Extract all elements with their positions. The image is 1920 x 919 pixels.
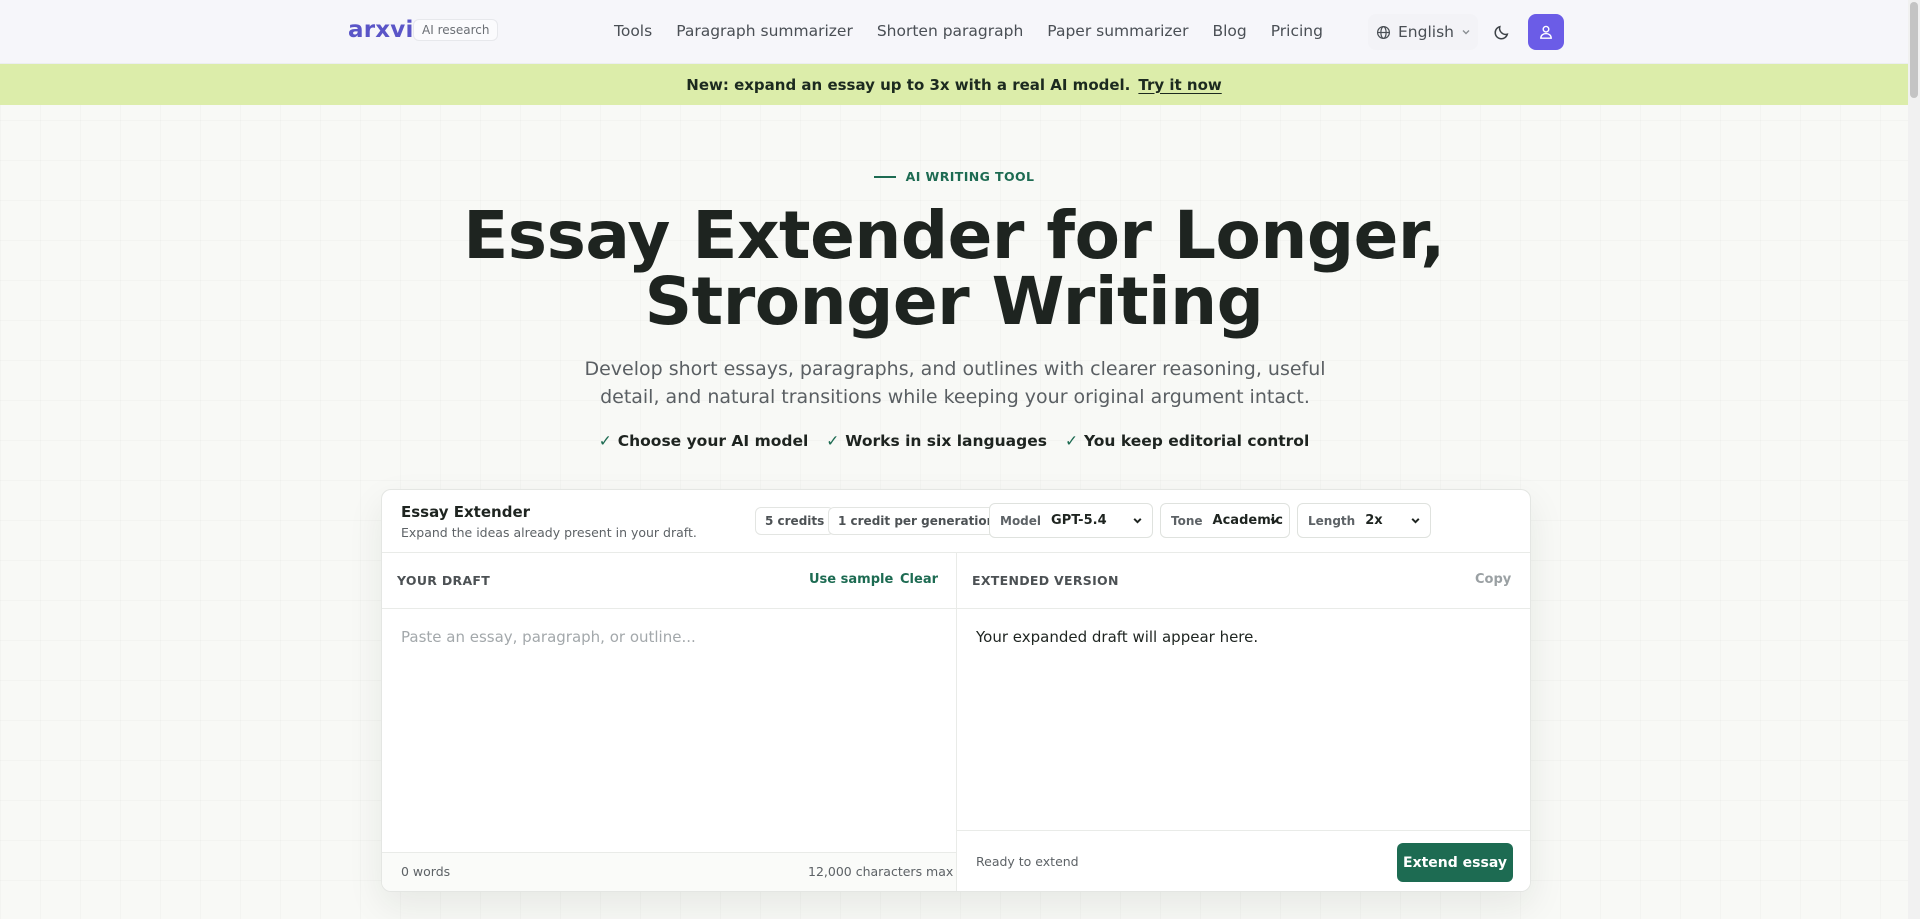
copy-button[interactable]: Copy bbox=[1475, 572, 1511, 587]
output-label: EXTENDED VERSION bbox=[972, 573, 1119, 588]
draft-label: YOUR DRAFT bbox=[397, 573, 491, 588]
model-select-label: Model bbox=[1000, 513, 1042, 528]
output-text: Your expanded draft will appear here. bbox=[976, 628, 1259, 646]
feature-label: Choose your AI model bbox=[617, 432, 809, 450]
eyebrow-dash bbox=[873, 175, 896, 178]
account-button[interactable] bbox=[1528, 14, 1564, 50]
globe-icon bbox=[1376, 25, 1391, 39]
top-nav-bar: arxvi AI research Tools Paragraph summar… bbox=[0, 0, 1920, 64]
length-select-label: Length bbox=[1308, 513, 1356, 528]
model-select[interactable]: Model GPT-5.4 bbox=[989, 503, 1153, 538]
nav-link-paragraph-summarizer[interactable]: Paragraph summarizer bbox=[676, 22, 853, 40]
credit-cost-badge: 1 credit per generation bbox=[828, 507, 1006, 535]
scrollbar-thumb[interactable] bbox=[1910, 2, 1918, 98]
nav-link-tools[interactable]: Tools bbox=[614, 22, 652, 40]
essay-extender-card: Essay Extender Expand the ideas already … bbox=[381, 489, 1531, 892]
clear-button[interactable]: Clear bbox=[900, 572, 938, 587]
page-title: Essay Extender for Longer, Stronger Writ… bbox=[0, 203, 1908, 335]
card-title: Essay Extender bbox=[401, 503, 531, 521]
check-icon: ✓ bbox=[1064, 432, 1078, 450]
length-select-value: 2x bbox=[1365, 513, 1383, 528]
theme-toggle[interactable] bbox=[1484, 15, 1518, 49]
feature-item: ✓ You keep editorial control bbox=[1065, 432, 1309, 450]
announcement-link[interactable]: Try it now bbox=[1138, 76, 1221, 94]
page-title-line-2: Stronger Writing bbox=[644, 263, 1264, 340]
use-sample-button[interactable]: Use sample bbox=[809, 572, 893, 587]
credits-badge: 5 credits bbox=[755, 507, 835, 535]
check-icon: ✓ bbox=[598, 432, 612, 450]
chevron-down-icon bbox=[1270, 518, 1279, 524]
announcement-bar: New: expand an essay up to 3x with a rea… bbox=[0, 64, 1908, 105]
nav-link-paper-summarizer[interactable]: Paper summarizer bbox=[1047, 22, 1188, 40]
feature-item: ✓ Works in six languages bbox=[826, 432, 1047, 450]
eyebrow-text: AI WRITING TOOL bbox=[905, 169, 1035, 184]
feature-label: Works in six languages bbox=[845, 432, 1047, 450]
eyebrow: AI WRITING TOOL bbox=[0, 169, 1908, 184]
extend-essay-button[interactable]: Extend essay bbox=[1397, 843, 1513, 882]
user-icon bbox=[1540, 25, 1552, 39]
feature-item: ✓ Choose your AI model bbox=[599, 432, 809, 450]
main-nav: Tools Paragraph summarizer Shorten parag… bbox=[614, 22, 1323, 40]
tone-select-label: Tone bbox=[1171, 513, 1203, 528]
scrollbar-track[interactable] bbox=[1908, 0, 1920, 919]
nav-link-pricing[interactable]: Pricing bbox=[1271, 22, 1323, 40]
length-select[interactable]: Length 2x bbox=[1297, 503, 1431, 538]
nav-link-shorten-paragraph[interactable]: Shorten paragraph bbox=[877, 22, 1023, 40]
check-icon: ✓ bbox=[826, 432, 840, 450]
feature-label: You keep editorial control bbox=[1083, 432, 1310, 450]
word-count: 0 words bbox=[401, 864, 451, 879]
draft-input[interactable] bbox=[382, 610, 956, 842]
character-limit: 12,000 characters max bbox=[808, 864, 954, 879]
feature-checklist: ✓ Choose your AI model ✓ Works in six lang… bbox=[0, 432, 1908, 450]
card-description: Expand the ideas already present in your… bbox=[401, 525, 697, 540]
tone-select[interactable]: Tone Academic bbox=[1160, 503, 1290, 538]
language-selector[interactable]: English bbox=[1368, 14, 1478, 50]
page-subtitle: Develop short essays, paragraphs, and ou… bbox=[584, 358, 1326, 408]
logo-tag: AI research bbox=[413, 19, 499, 41]
model-select-value: GPT-5.4 bbox=[1051, 513, 1107, 528]
chevron-down-icon bbox=[1411, 518, 1420, 524]
moon-icon bbox=[1493, 25, 1508, 40]
nav-link-blog[interactable]: Blog bbox=[1212, 22, 1246, 40]
chevron-down-icon bbox=[1462, 30, 1470, 35]
logo[interactable]: arxvi bbox=[348, 17, 414, 43]
language-label: English bbox=[1398, 23, 1454, 41]
status-text: Ready to extend bbox=[976, 854, 1079, 869]
announcement-text: New: expand an essay up to 3x with a rea… bbox=[686, 75, 1131, 94]
chevron-down-icon bbox=[1133, 518, 1142, 524]
